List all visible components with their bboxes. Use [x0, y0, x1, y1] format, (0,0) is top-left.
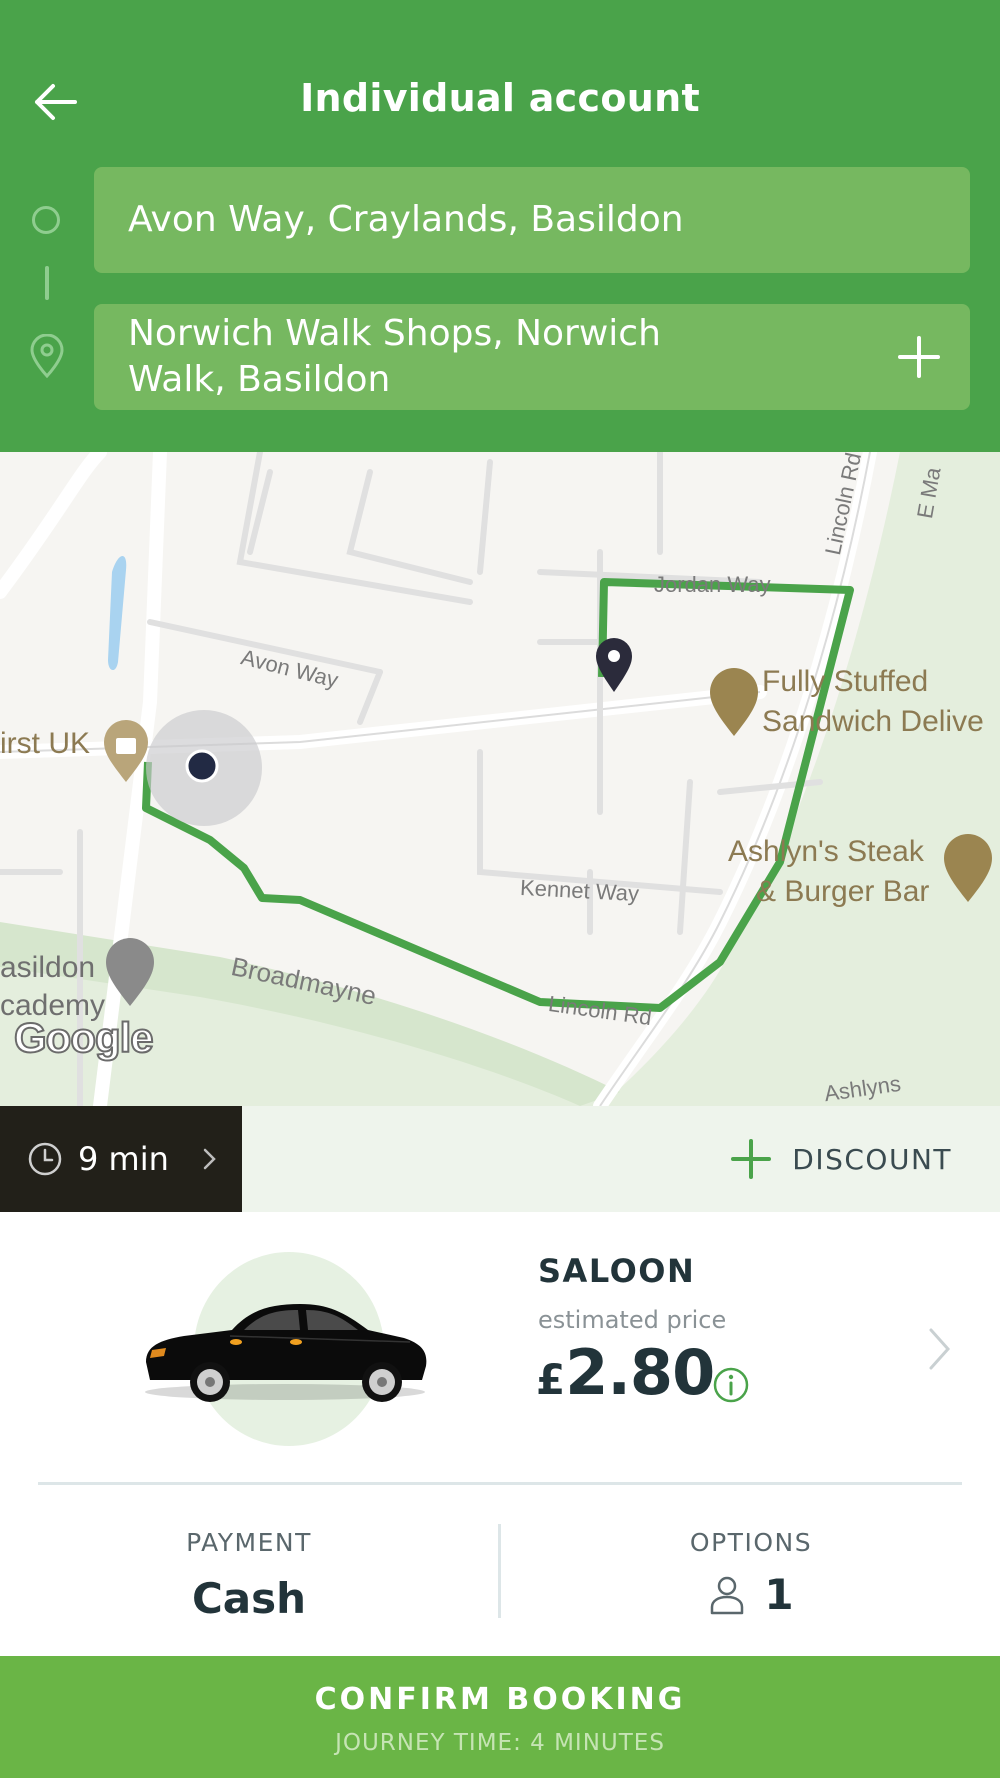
header: Individual account Avon Way, Craylands, … [0, 0, 1000, 452]
eta-button[interactable]: 9 min [0, 1106, 242, 1212]
info-icon[interactable] [712, 1366, 750, 1404]
passenger-number: 1 [764, 1570, 794, 1619]
clock-icon [28, 1142, 62, 1176]
poi-label: & Burger Bar [756, 875, 930, 908]
info-bar: 9 min DISCOUNT [0, 1106, 1000, 1212]
poi-label: irst UK [0, 727, 90, 760]
payment-selector[interactable]: PAYMENT Cash [0, 1486, 498, 1656]
page-title: Individual account [300, 76, 700, 120]
poi-label: asildon [0, 951, 96, 984]
google-logo: Google [13, 1013, 155, 1062]
price-caption: estimated price [538, 1306, 727, 1334]
street-label: Jordan Way [654, 572, 771, 597]
plus-icon[interactable] [896, 334, 942, 380]
confirm-booking-button[interactable]: CONFIRM BOOKING JOURNEY TIME: 4 MINUTES [0, 1656, 1000, 1778]
currency-symbol: £ [536, 1355, 566, 1404]
options-label: OPTIONS [689, 1528, 813, 1557]
journey-time: JOURNEY TIME: 4 MINUTES [335, 1730, 665, 1756]
vehicle-name: SALOON [538, 1252, 696, 1290]
payment-value: Cash [191, 1574, 307, 1623]
vehicle-selector[interactable]: SALOON estimated price £ 2.80 [0, 1212, 1000, 1484]
payment-label: PAYMENT [186, 1528, 312, 1557]
discount-button[interactable]: DISCOUNT [730, 1106, 952, 1212]
route-connector [45, 266, 49, 300]
dropoff-field[interactable]: Norwich Walk Shops, Norwich Walk, Basild… [94, 304, 970, 410]
chevron-right-icon [929, 1328, 951, 1370]
divider [38, 1482, 962, 1485]
estimated-price: £ 2.80 [536, 1336, 715, 1409]
options-selector[interactable]: OPTIONS 1 [502, 1486, 1000, 1656]
chevron-right-icon [203, 1148, 216, 1170]
poi-label: Sandwich Delive [762, 705, 984, 738]
dropoff-address: Norwich Walk Shops, Norwich Walk, Basild… [128, 313, 661, 400]
pickup-circle-icon [32, 206, 60, 234]
pickup-address: Avon Way, Craylands, Basildon [128, 199, 684, 240]
map-graphic [0, 452, 1000, 1106]
person-icon [711, 1576, 744, 1614]
poi-label: Fully Stuffed [762, 665, 929, 698]
vertical-divider [498, 1524, 501, 1618]
plus-icon [731, 1139, 772, 1179]
eta-label: 9 min [78, 1140, 169, 1178]
discount-label: DISCOUNT [792, 1142, 952, 1176]
passenger-count: 1 [502, 1570, 1000, 1619]
price-amount: 2.80 [565, 1336, 715, 1409]
saloon-car-icon [145, 1304, 427, 1402]
confirm-label: CONFIRM BOOKING [314, 1682, 686, 1717]
location-pin-icon [30, 334, 64, 378]
poi-label: Ashlyn's Steak [728, 835, 924, 868]
pickup-field[interactable]: Avon Way, Craylands, Basildon [94, 167, 970, 273]
map-view[interactable]: Avon Way Jordan Way Lincoln Rd Kennet Wa… [0, 452, 1000, 1106]
